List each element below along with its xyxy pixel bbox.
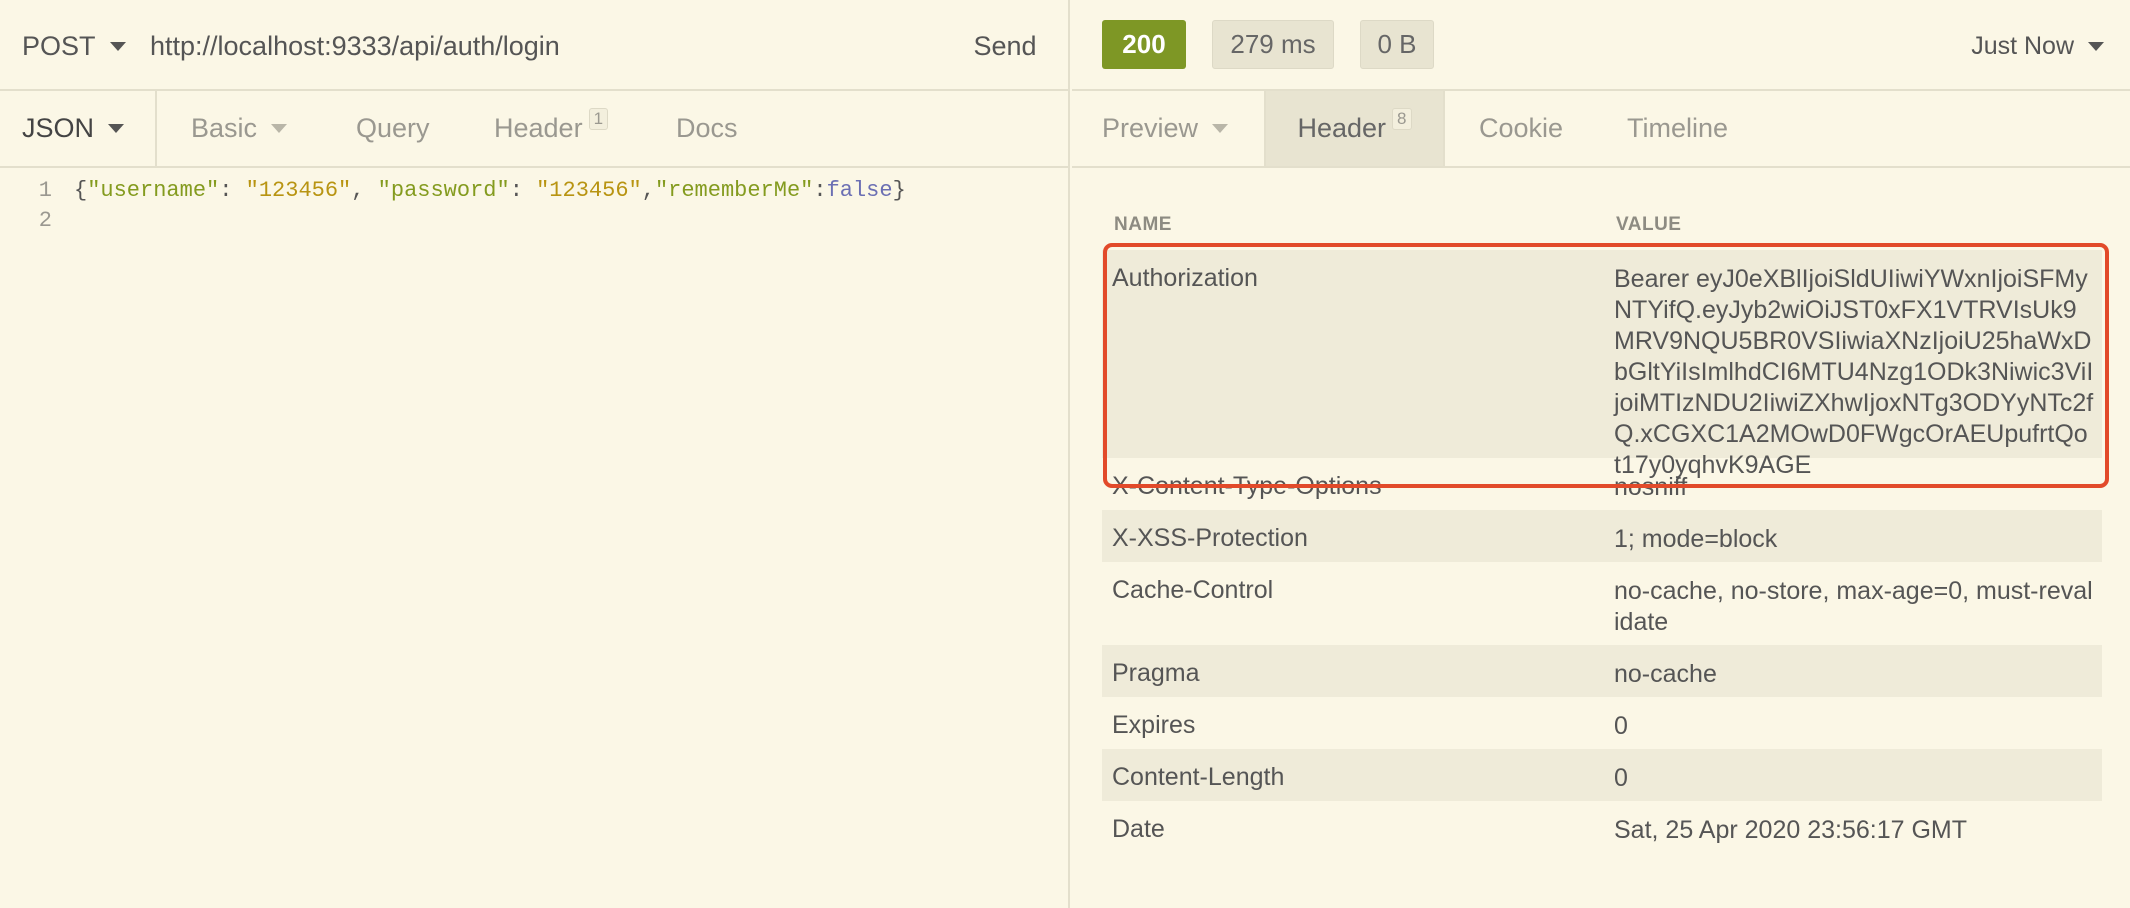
tab-cookie[interactable]: Cookie bbox=[1479, 91, 1563, 166]
chevron-down-icon bbox=[109, 41, 126, 51]
header-name: Date bbox=[1112, 815, 1165, 843]
editor-line: 2 bbox=[0, 205, 74, 235]
response-pane: 200 279 ms 0 B Just Now Preview Header 8… bbox=[1072, 0, 2130, 908]
response-status-bar: 200 279 ms 0 B Just Now bbox=[1072, 0, 2130, 91]
header-value: no-cache, no-store, max-age=0, must-reva… bbox=[1614, 577, 2093, 636]
send-button[interactable]: Send bbox=[960, 26, 1050, 66]
header-value: nosniff bbox=[1614, 473, 1688, 501]
token-key: "rememberMe" bbox=[654, 177, 814, 203]
chevron-down-icon bbox=[108, 124, 125, 133]
token-string: "123456" bbox=[245, 177, 352, 203]
header-value: 1; mode=block bbox=[1614, 525, 1778, 553]
table-row: X-Content-Type-Options nosniff bbox=[1102, 458, 2102, 510]
response-time-badge: 279 ms bbox=[1212, 20, 1334, 69]
app-window: POST Send JSON Basic Query Header 1 bbox=[0, 0, 2130, 908]
method-label: POST bbox=[22, 30, 96, 61]
token-boolean: false bbox=[826, 177, 893, 203]
table-row: Cache-Control no-cache, no-store, max-ag… bbox=[1102, 562, 2102, 645]
response-size-badge: 0 B bbox=[1360, 20, 1434, 69]
tab-basic[interactable]: Basic bbox=[191, 91, 288, 166]
token-colon: : bbox=[813, 177, 827, 203]
tab-label: Header bbox=[1297, 113, 1387, 143]
url-bar: POST Send bbox=[0, 0, 1070, 91]
tab-label: Header bbox=[494, 113, 583, 143]
tab-label: Timeline bbox=[1627, 113, 1729, 143]
token-string: "123456" bbox=[536, 177, 642, 203]
header-value: 0 bbox=[1614, 764, 1628, 792]
table-row: Pragma no-cache bbox=[1102, 645, 2102, 697]
token-colon: : bbox=[219, 177, 246, 203]
response-tabs: Preview Header 8 Cookie Timeline bbox=[1072, 91, 2130, 168]
token-colon: : bbox=[509, 177, 537, 203]
header-value: Bearer eyJ0eXBlIjoiSldUIiwiYWxnIjoiSFMyN… bbox=[1614, 265, 2094, 479]
tab-query[interactable]: Query bbox=[356, 91, 430, 166]
chevron-down-icon bbox=[2088, 41, 2104, 51]
chevron-down-icon bbox=[1212, 124, 1229, 133]
header-count-badge: 1 bbox=[588, 107, 609, 130]
header-name: Content-Length bbox=[1112, 763, 1285, 791]
header-name: X-XSS-Protection bbox=[1112, 524, 1308, 552]
body-type-dropdown[interactable]: JSON bbox=[0, 91, 157, 166]
status-code-badge: 200 bbox=[1102, 20, 1186, 69]
tab-label: Docs bbox=[676, 113, 738, 143]
line-number: 1 bbox=[38, 177, 52, 203]
token-brace: { bbox=[74, 177, 88, 203]
token-key: "password" bbox=[377, 177, 510, 203]
table-row: Content-Length 0 bbox=[1102, 749, 2102, 801]
tab-label: Preview bbox=[1102, 113, 1199, 143]
tab-timeline[interactable]: Timeline bbox=[1627, 91, 1728, 166]
body-editor[interactable]: 1 {"username": "123456", "password": "12… bbox=[0, 170, 1068, 908]
header-name: Expires bbox=[1112, 711, 1196, 739]
request-tabs: JSON Basic Query Header 1 Docs bbox=[0, 91, 1070, 168]
name-column-header: NAME bbox=[1114, 214, 1172, 235]
tab-preview[interactable]: Preview bbox=[1102, 91, 1229, 166]
token-brace: } bbox=[892, 177, 906, 203]
value-column-header: VALUE bbox=[1616, 214, 1682, 235]
line-number: 2 bbox=[38, 207, 52, 233]
header-value: Sat, 25 Apr 2020 23:56:17 GMT bbox=[1614, 816, 1968, 844]
tab-label: Cookie bbox=[1479, 113, 1564, 143]
history-label: Just Now bbox=[1971, 31, 2074, 60]
editor-line: 1 {"username": "123456", "password": "12… bbox=[0, 175, 906, 205]
tab-label: Query bbox=[356, 113, 430, 143]
body-type-label: JSON bbox=[22, 113, 95, 143]
header-value: 0 bbox=[1614, 712, 1628, 740]
header-name: X-Content-Type-Options bbox=[1112, 472, 1382, 500]
header-name: Pragma bbox=[1112, 659, 1200, 687]
code-line: {"username": "123456", "password": "1234… bbox=[74, 178, 906, 203]
token-comma: , bbox=[641, 177, 655, 203]
tab-header[interactable]: Header 1 bbox=[494, 91, 609, 166]
request-pane: POST Send JSON Basic Query Header 1 bbox=[0, 0, 1070, 908]
table-row: Date Sat, 25 Apr 2020 23:56:17 GMT bbox=[1102, 801, 2102, 853]
token-comma: , bbox=[351, 177, 378, 203]
tab-response-header[interactable]: Header 8 bbox=[1264, 91, 1445, 166]
chevron-down-icon bbox=[271, 124, 288, 133]
header-name: Authorization bbox=[1112, 264, 1258, 292]
url-input[interactable] bbox=[150, 26, 930, 66]
header-value: no-cache bbox=[1614, 660, 1717, 688]
header-name: Cache-Control bbox=[1112, 576, 1274, 604]
token-key: "username" bbox=[87, 177, 220, 203]
method-dropdown[interactable]: POST bbox=[22, 28, 126, 64]
table-row: Expires 0 bbox=[1102, 697, 2102, 749]
table-row: Authorization Bearer eyJ0eXBlIjoiSldUIiw… bbox=[1102, 250, 2102, 479]
tab-docs[interactable]: Docs bbox=[676, 91, 738, 166]
table-row: X-XSS-Protection 1; mode=block bbox=[1102, 510, 2102, 562]
history-dropdown[interactable]: Just Now bbox=[1971, 28, 2104, 64]
header-count-badge: 8 bbox=[1392, 107, 1412, 130]
tab-label: Basic bbox=[191, 113, 258, 143]
